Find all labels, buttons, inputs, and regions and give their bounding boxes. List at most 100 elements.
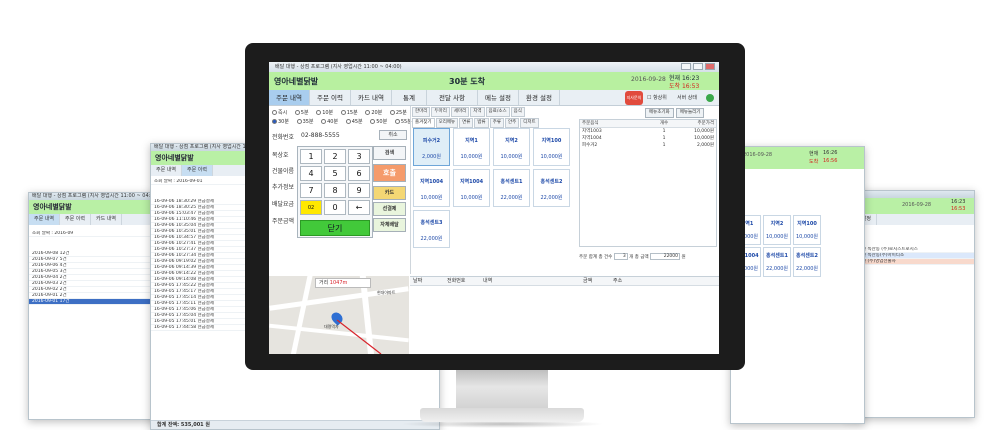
table-row[interactable]: 2,500원 (주)영업선출사 [846, 259, 974, 265]
menu-tile[interactable]: 지역100 10,000원 [533, 128, 570, 166]
tab-category[interactable]: 두마리 [431, 107, 450, 117]
menu-menu-settings[interactable]: 메뉴 설정 [478, 90, 519, 105]
tab-category[interactable]: 지역 [470, 107, 485, 117]
self-delivery-button[interactable]: 자체배달 [373, 218, 406, 232]
list-item-selected[interactable]: 2016-09-01 17건 [29, 299, 157, 305]
minimize-icon[interactable] [681, 63, 691, 70]
key-5[interactable]: 5 [324, 166, 346, 181]
call-button[interactable]: 호출 [373, 164, 406, 182]
key-02[interactable]: 02 [300, 200, 322, 215]
key-7[interactable]: 7 [300, 183, 322, 198]
time-option[interactable]: 즉시 [272, 110, 290, 116]
menu-tile[interactable]: 지역1 10,000원 [453, 128, 490, 166]
tab-category[interactable]: 세마리 [450, 107, 470, 117]
key-0[interactable]: 0 [324, 200, 346, 215]
menu-card-list[interactable]: 카드 내역 [91, 214, 122, 225]
backspace-key[interactable]: ← [348, 200, 370, 215]
tab-favorites[interactable]: 즐겨찾기 [412, 118, 435, 128]
time-option[interactable]: 5분 [294, 110, 312, 116]
key-1[interactable]: 1 [300, 149, 322, 164]
menu-order-history[interactable]: 주문 이력 [60, 214, 91, 225]
tab-category[interactable]: 주류 [489, 118, 504, 128]
time-option[interactable]: 25분 [389, 110, 410, 116]
monitor: 배달 대행 - 상점 프로그램 (지사 영업시간 11:00 ~ 04:00) … [245, 43, 745, 370]
col-phone: 전화번호 [447, 278, 466, 284]
time-option[interactable]: 40분 [321, 119, 341, 125]
menu-order-list[interactable]: 주문 내역 [29, 214, 60, 225]
key-2[interactable]: 2 [324, 149, 346, 164]
time-option[interactable]: 20분 [365, 110, 385, 116]
time-option[interactable]: 50분 [370, 119, 390, 125]
always-on-top-checkbox[interactable]: ☐ 항상위 [647, 94, 667, 101]
tab-category[interactable]: 오리메뉴 [435, 118, 459, 128]
cancel-button[interactable]: 취소 [379, 130, 407, 140]
order-qty[interactable]: 1 [650, 128, 678, 135]
maximize-icon[interactable] [693, 63, 703, 70]
menu-tile[interactable]: 홍석센트2 22,000원 [533, 169, 570, 207]
order-qty[interactable]: 1 [650, 142, 678, 149]
order-price: 10,000원 [694, 136, 714, 141]
time-option[interactable]: 10분 [316, 110, 336, 116]
menu-env-settings[interactable]: 환경 설정 [519, 90, 560, 105]
tab-category[interactable]: 밥류 [474, 118, 489, 128]
total-unit: 원 [681, 255, 686, 260]
key-9[interactable]: 9 [348, 183, 370, 198]
menu-order-list[interactable]: 주문 내역 [269, 90, 310, 105]
tab-category[interactable]: 면류 [459, 118, 474, 128]
support-icon[interactable]: 지사문의 [625, 91, 643, 105]
now-time: 16:23 [951, 199, 966, 205]
card-button[interactable]: 카드 [373, 186, 406, 200]
table-row[interactable]: 피수거2 1 2,000원 [580, 142, 716, 149]
table-row[interactable]: 지역1004 1 10,000원 [580, 135, 716, 142]
time-option[interactable]: 45분 [345, 119, 366, 125]
menu-statistics[interactable]: 통계 [392, 90, 427, 105]
menu-tile[interactable]: 홍석센트1 22,000원 [763, 247, 791, 277]
menu-notices[interactable]: 전달 사항 [427, 90, 478, 105]
menu-order-history[interactable]: 주문 이력 [310, 90, 351, 105]
table-row[interactable]: 지역1003 1 10,000원 [580, 128, 716, 135]
tab-category[interactable]: 음료/소스 [485, 107, 510, 117]
tile-price: 10,000원 [500, 154, 523, 160]
menu-tile[interactable]: 지역100 10,000원 [793, 215, 821, 245]
arrive-time: 16:56 [823, 158, 838, 164]
menu-tile[interactable]: 지역2 10,000원 [763, 215, 791, 245]
time-option-selected[interactable]: 30분 [272, 119, 292, 125]
menu-tile[interactable]: 지역2 10,000원 [493, 128, 530, 166]
tab-category[interactable]: 음식 [510, 107, 525, 117]
menu-tile[interactable]: 홍석센트3 22,000원 [413, 210, 450, 248]
menu-tile[interactable]: 지역1004 10,000원 [453, 169, 490, 207]
phone-input[interactable]: 02-888-5555 [301, 132, 340, 139]
field-label: 목상호 [272, 152, 289, 159]
menu-tile[interactable]: 홍석센트2 22,000원 [793, 247, 821, 277]
time-option[interactable]: 35분 [296, 119, 317, 125]
menu-order-list[interactable]: 주문 내역 [151, 165, 182, 176]
menu-tile[interactable]: 피수거2 2,000원 [413, 128, 450, 166]
menu-card-list[interactable]: 카드 내역 [351, 90, 392, 105]
tab-category[interactable]: 안주 [504, 118, 520, 128]
tile-price: 10,000원 [460, 195, 483, 201]
key-8[interactable]: 8 [324, 183, 346, 198]
order-summary-panel: 메뉴초기화 메뉴늘리기 주문음식 개수 주문가격 지역1003 1 10,000… [577, 106, 719, 274]
close-icon[interactable] [705, 63, 715, 70]
tab-category[interactable]: 한마리 [412, 107, 431, 117]
order-qty[interactable]: 1 [650, 135, 678, 142]
prepaid-button[interactable]: 선결제 [373, 202, 406, 216]
menu-expand-button[interactable]: 메뉴늘리기 [675, 108, 705, 118]
arrive-clock: 도착 16:53 [669, 81, 699, 90]
window-controls [681, 63, 715, 70]
close-keypad-button[interactable]: 닫기 [300, 220, 370, 236]
menu-bar: 주문 내역 주문 이력 카드 내역 [29, 214, 157, 225]
tab-category[interactable]: 디저트 [520, 118, 539, 128]
window-titlebar: 배달 대행 - 상점 프로그램 (지사 영업시간 11:00 ~ 04:00) [269, 62, 719, 72]
key-6[interactable]: 6 [348, 166, 370, 181]
key-3[interactable]: 3 [348, 149, 370, 164]
search-button[interactable]: 검색 [373, 146, 406, 160]
time-option[interactable]: 15분 [340, 110, 361, 116]
menu-tile[interactable]: 지역1004 10,000원 [413, 169, 450, 207]
key-4[interactable]: 4 [300, 166, 322, 181]
menu-order-history[interactable]: 주문 이력 [182, 165, 213, 176]
list: 2016-09-08 12건 2016-09-07 5건 2016-09-06 … [29, 251, 157, 305]
menu-reset-button[interactable]: 메뉴초기화 [645, 108, 674, 118]
map-view[interactable]: 거리 1047m 대명먹자 현대아파트 [269, 276, 409, 354]
menu-tile[interactable]: 홍석센트1 22,000원 [493, 169, 530, 207]
